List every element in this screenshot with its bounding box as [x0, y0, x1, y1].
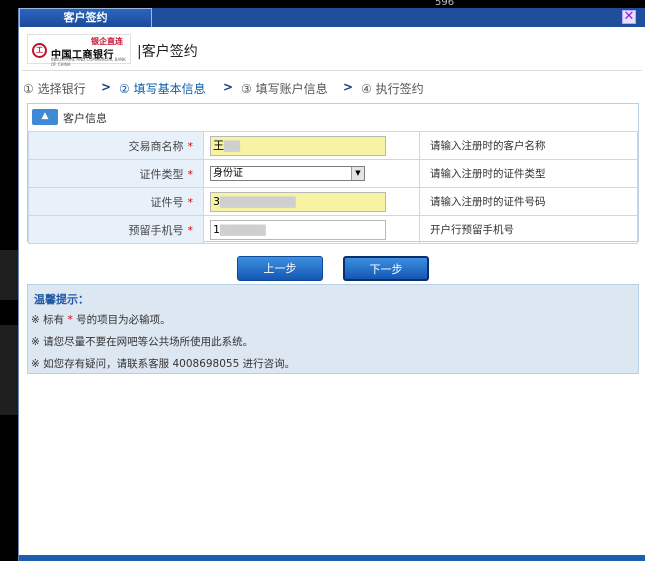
field-label: 证件类型	[139, 167, 184, 181]
next-step-button[interactable]: 下一步	[343, 256, 429, 281]
field-hint: 请输入注册时的证件号码	[419, 187, 638, 216]
customer-info-panel: ▲ 客户信息 交易商名称 * 王▇▇ 请输入注册时的客户名称 证件类型 * 身份证 ▼…	[27, 103, 639, 244]
background-panel	[0, 325, 18, 415]
id-type-value: 身份证	[213, 168, 243, 179]
tip-required-fields: ※ 标有 * 号的项目为必输项。	[31, 314, 171, 326]
phone-value: 1	[213, 222, 220, 236]
masked-text: ▇▇	[224, 138, 240, 152]
form-row-id-number: 证件号 * 3▇▇▇▇▇▇▇▇▇▇ 请输入注册时的证件号码	[28, 187, 638, 216]
tip-contact-service: ※ 如您存有疑问，请联系客服 4008698055 进行咨询。	[31, 358, 296, 370]
step-indicator: ① 选择银行 > ② 填写基本信息 > ③ 填写账户信息 > ④ 执行签约	[23, 80, 643, 98]
tips-title: 温馨提示：	[34, 293, 89, 306]
required-mark: *	[187, 139, 194, 153]
id-number-input[interactable]: 3▇▇▇▇▇▇▇▇▇▇	[210, 191, 386, 212]
step-select-bank: ① 选择银行	[23, 82, 86, 96]
required-mark: *	[187, 223, 194, 237]
field-label: 交易商名称	[128, 139, 184, 153]
panel-title: 客户信息	[63, 112, 107, 125]
form-row-phone: 预留手机号 * 1▇▇▇▇▇▇ 开户行预留手机号	[28, 215, 638, 244]
upload-icon: ▲	[32, 109, 58, 125]
dialog-bottom-bar	[19, 555, 645, 561]
close-icon[interactable]: ✕	[622, 10, 636, 24]
step-arrow-icon: >	[101, 80, 112, 94]
tip-public-places: ※ 请您尽量不要在网吧等公共场所使用此系统。	[31, 336, 254, 348]
step-basic-info: ② 填写基本信息	[119, 82, 206, 96]
id-number-value: 3	[213, 194, 220, 208]
form-row-trader-name: 交易商名称 * 王▇▇ 请输入注册时的客户名称	[28, 131, 638, 160]
step-arrow-icon: >	[223, 80, 234, 94]
panel-header: ▲ 客户信息	[28, 104, 638, 130]
field-hint: 请输入注册时的客户名称	[419, 131, 638, 160]
customer-form: 交易商名称 * 王▇▇ 请输入注册时的客户名称 证件类型 * 身份证 ▼ 请输入注册时…	[28, 131, 638, 244]
step-execute-sign: ④ 执行签约	[361, 82, 424, 96]
dialog-titlebar: 客户签约 ✕	[19, 8, 645, 27]
dialog-header: 工 银企直连 中国工商银行 INDUSTRIAL AND COMMERCIAL …	[22, 29, 642, 71]
sign-contract-dialog: 客户签约 ✕ 工 银企直连 中国工商银行 INDUSTRIAL AND COMM…	[18, 8, 645, 561]
required-mark: *	[187, 167, 194, 181]
dialog-title: 客户签约	[19, 8, 152, 27]
id-type-select[interactable]: 身份证 ▼	[210, 166, 365, 181]
trader-name-value: 王	[213, 138, 224, 152]
field-label: 证件号	[150, 195, 184, 209]
phone-input[interactable]: 1▇▇▇▇▇▇	[210, 219, 386, 240]
field-hint: 开户行预留手机号	[419, 215, 638, 244]
masked-text: ▇▇▇▇▇▇	[220, 222, 266, 236]
prev-step-button[interactable]: 上一步	[237, 256, 323, 281]
form-row-id-type: 证件类型 * 身份证 ▼ 请输入注册时的证件类型	[28, 159, 638, 188]
chevron-down-icon: ▼	[351, 167, 364, 180]
field-label: 预留手机号	[128, 223, 184, 237]
trader-name-input[interactable]: 王▇▇	[210, 135, 386, 156]
logo-english-name: INDUSTRIAL AND COMMERCIAL BANK OF CHINA	[51, 57, 126, 67]
icbc-seal-icon: 工	[32, 43, 47, 58]
field-hint: 请输入注册时的证件类型	[419, 159, 638, 188]
required-mark: *	[187, 195, 194, 209]
background-text: 596	[435, 0, 455, 8]
step-arrow-icon: >	[343, 80, 354, 94]
step-account-info: ③ 填写账户信息	[241, 82, 328, 96]
page-title: |客户签约	[137, 44, 198, 60]
background-panel	[0, 250, 18, 300]
masked-text: ▇▇▇▇▇▇▇▇▇▇	[220, 194, 296, 208]
bank-logo: 工 银企直连 中国工商银行 INDUSTRIAL AND COMMERCIAL …	[27, 34, 131, 67]
tips-panel: 温馨提示： ※ 标有 * 号的项目为必输项。 ※ 请您尽量不要在网吧等公共场所使…	[27, 284, 639, 374]
